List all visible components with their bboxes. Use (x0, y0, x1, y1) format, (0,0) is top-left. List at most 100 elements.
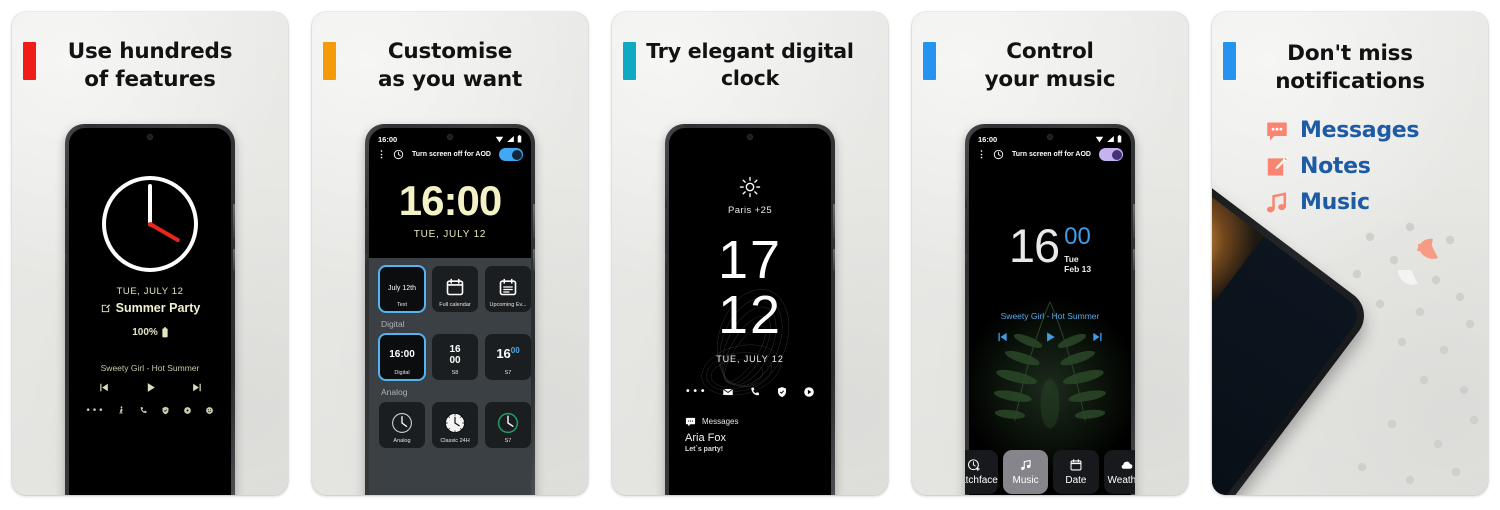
event-label: Summer Party (115, 301, 201, 315)
section-label-digital: Digital (381, 319, 405, 329)
title-line-2: notifications (1275, 68, 1425, 94)
clock-time: 16:00 (398, 177, 502, 224)
tile-digital[interactable]: 16:00 Digital (378, 333, 426, 381)
status-icons (1095, 135, 1122, 143)
tile-minute: 00 (510, 346, 520, 356)
phone-icon[interactable] (139, 406, 148, 415)
panel-features[interactable]: Use hundreds of features TUE, JULY 12 Su… (12, 12, 288, 495)
steps-icon[interactable] (117, 405, 126, 416)
aod-toggle[interactable] (499, 148, 523, 161)
nav-weather[interactable]: Weather (1103, 450, 1136, 494)
section-label-analog: Analog (381, 387, 408, 397)
tile-caption: S8 (451, 370, 459, 376)
tile-s7[interactable]: 1600 S7 (485, 334, 531, 380)
nav-label: Music (1012, 475, 1039, 486)
power-button (533, 204, 535, 238)
clock-hour: 16 (1008, 219, 1060, 272)
list-item[interactable]: Messages (1264, 118, 1488, 144)
clock-icon[interactable] (393, 149, 404, 160)
clock-center-cap (147, 221, 153, 227)
tile-classic-24h[interactable]: Classic 24H (432, 402, 478, 448)
play-icon[interactable] (144, 381, 157, 394)
page-title: Try elegant digital clock (628, 38, 872, 91)
tile-text[interactable]: July 12th Text (378, 265, 426, 313)
tile-s7-analog[interactable]: S7 (485, 402, 531, 448)
weather-location: Paris +25 (728, 205, 772, 216)
skip-next-icon[interactable] (191, 381, 204, 394)
skip-previous-icon[interactable] (995, 330, 1009, 344)
left-button-2 (365, 254, 367, 268)
page-title: Don't miss notifications (1228, 40, 1472, 96)
panel-notifications[interactable]: Don't miss notifications Messages Notes … (1212, 12, 1488, 495)
overflow-menu-icon[interactable]: ⋮ (977, 149, 986, 159)
watchface-picker[interactable]: July 12th Text Full calendar Upcoming Ev… (369, 258, 531, 495)
tile-caption: S7 (504, 370, 512, 376)
weather-widget (669, 176, 831, 198)
skip-next-icon[interactable] (1091, 330, 1105, 344)
nav-label: Weather (1107, 475, 1136, 486)
power-button (833, 204, 835, 238)
clock-minute: 00 (1064, 223, 1091, 250)
skip-previous-icon[interactable] (97, 381, 110, 394)
tile-analog[interactable]: Analog (379, 402, 425, 448)
tile-hour: 16 (496, 346, 511, 362)
clock-meta: 00 Tue Feb 13 (1064, 223, 1092, 275)
tile-row: Analog Classic 24H S7 (379, 402, 531, 448)
volume-button (833, 249, 835, 271)
panel-customise[interactable]: Customise as you want 16:00 ⋮ Turn scree… (312, 12, 588, 495)
list-item[interactable]: Notes (1264, 154, 1488, 180)
wifi-icon (1095, 136, 1104, 143)
status-icons (495, 135, 522, 143)
calendar-icon (1070, 459, 1082, 471)
signal-icon (1107, 136, 1114, 142)
list-item[interactable]: Music (1264, 190, 1488, 216)
accent-bar (923, 42, 936, 80)
left-button-2 (65, 254, 67, 268)
more-icon[interactable]: ••• (86, 406, 105, 416)
nav-date[interactable]: Date (1053, 450, 1099, 494)
nav-music[interactable]: Music (1002, 450, 1049, 494)
battery-icon (162, 327, 168, 338)
screenshot-gallery: Use hundreds of features TUE, JULY 12 Su… (0, 0, 1500, 510)
phone-screen: 16:00 ⋮ Turn screen off for AOD 16:00 TU… (369, 128, 531, 495)
play-icon[interactable] (1043, 330, 1057, 344)
emoji-icon[interactable] (205, 406, 214, 415)
tile-caption: Full calendar (439, 302, 471, 308)
shield-icon[interactable] (161, 406, 170, 415)
front-camera-icon (447, 134, 453, 140)
calendar-event: Summer Party (69, 301, 231, 315)
agenda-icon (499, 278, 517, 295)
aod-toolbar: ⋮ Turn screen off for AOD (369, 145, 531, 166)
clock-icon[interactable] (993, 149, 1004, 160)
left-button-2 (965, 254, 967, 268)
battery-icon (1117, 135, 1122, 143)
aod-toggle[interactable] (1099, 148, 1123, 161)
clock-minute: 12 (717, 284, 783, 345)
list-item-label: Music (1300, 190, 1370, 216)
minute-hand (148, 184, 152, 224)
clock-widget: 16 00 Tue Feb 13 (969, 219, 1131, 275)
title-line-1: Control (1006, 39, 1094, 64)
tile-s8[interactable]: 16 00 S8 (432, 334, 478, 380)
settings-icon[interactable] (183, 406, 192, 415)
phone-mockup: Paris +25 17 12 TUE, JULY 12 ••• Message… (665, 124, 835, 495)
power-button (1133, 204, 1135, 238)
clock-date: TUE, JULY 12 (413, 229, 487, 240)
title-line-1: Use hundreds (67, 39, 233, 64)
accent-bar (1223, 42, 1236, 80)
aod-label: Turn screen off for AOD (1012, 151, 1091, 158)
clock-date: Feb 13 (1064, 264, 1092, 275)
front-camera-icon (747, 134, 753, 140)
tile-row: July 12th Text Full calendar Upcoming Ev… (378, 265, 531, 313)
tile-full-calendar[interactable]: Full calendar (432, 266, 478, 312)
tile-upcoming-events[interactable]: Upcoming Ev... (485, 266, 531, 312)
bottom-nav[interactable]: Watchface Music Date (965, 450, 1135, 494)
accent-bar (623, 42, 636, 80)
tile-caption: Text (396, 302, 408, 308)
overflow-menu-icon[interactable]: ⋮ (377, 149, 386, 159)
panel-digital-clock[interactable]: Try elegant digital clock Paris +25 17 1… (612, 12, 888, 495)
nav-watchface[interactable]: Watchface (965, 450, 998, 494)
panel-music[interactable]: Control your music 16:00 ⋮ Turn screen o… (912, 12, 1188, 495)
title-line-2: of features (84, 66, 216, 92)
analog-clock (102, 176, 198, 272)
